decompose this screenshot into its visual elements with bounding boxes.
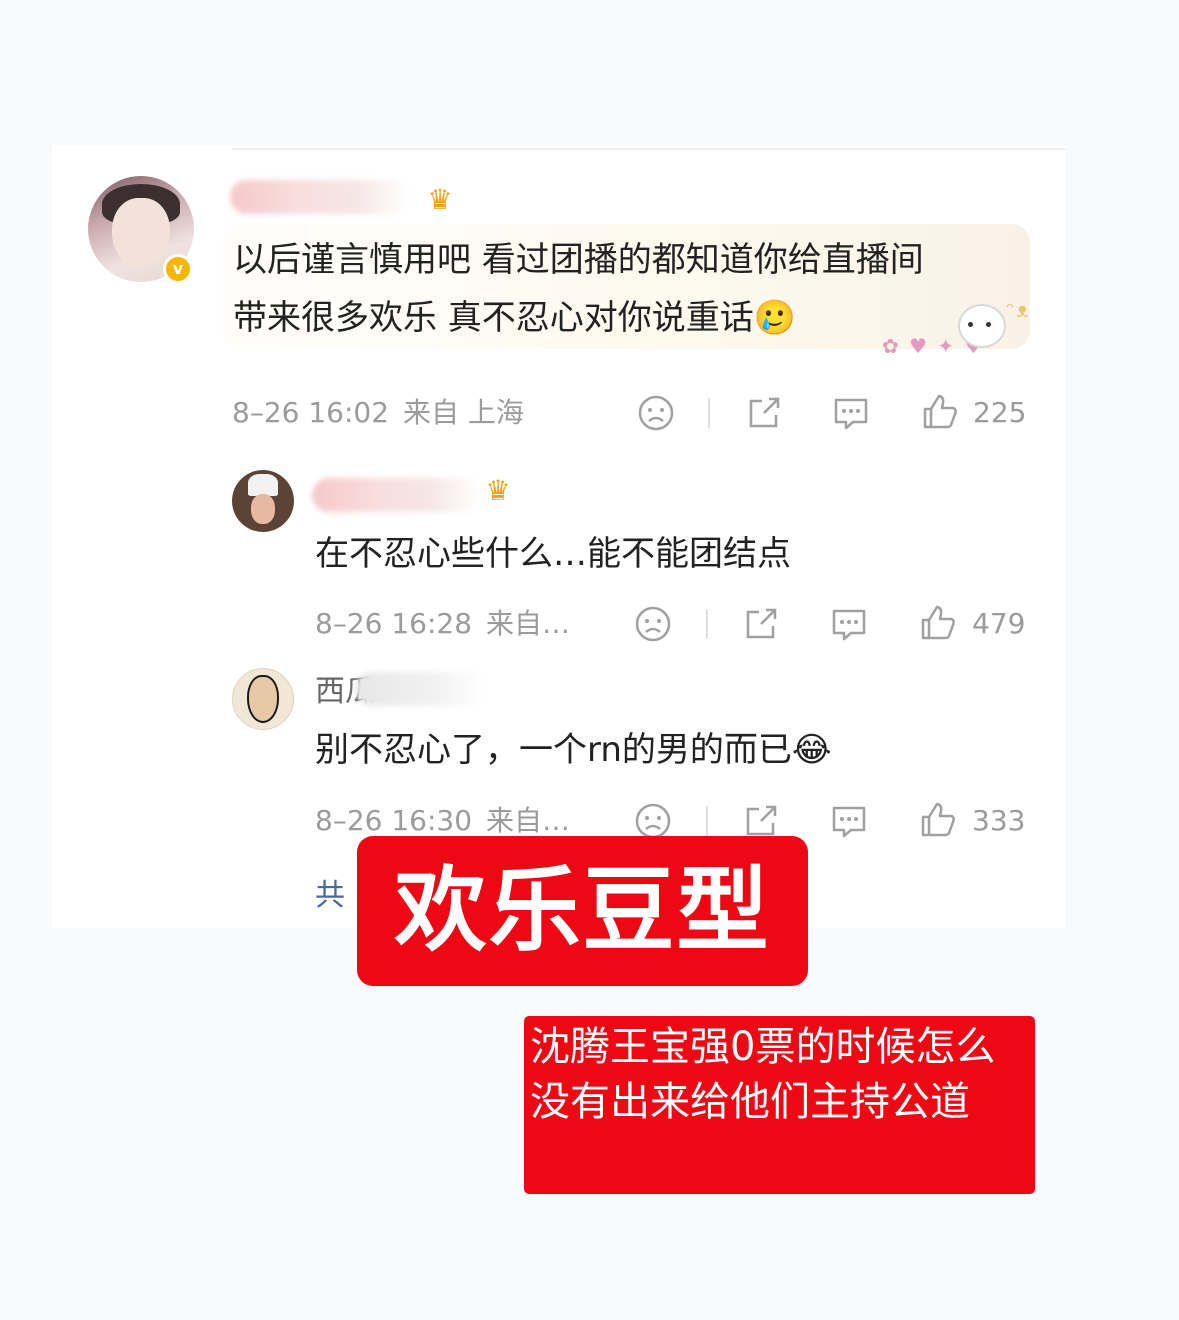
- overlay-banner: 欢乐豆型: [357, 836, 808, 986]
- overlay-note: 沈腾王宝强0票的时候怎么没有出来给他们主持公道: [524, 1016, 1035, 1194]
- comment-icon[interactable]: [829, 801, 869, 841]
- like-icon[interactable]: [918, 800, 958, 840]
- reply-text: 在不忍心些什么…能不能团结点: [315, 534, 791, 574]
- divider: [706, 609, 708, 639]
- divider: [708, 398, 710, 428]
- like-count: 225: [973, 396, 1027, 429]
- comment-text: 带来很多欢乐 真不忍心对你说重话🥲: [233, 298, 797, 338]
- avatar[interactable]: [232, 470, 294, 532]
- comment-location: 来自 上海: [403, 396, 524, 429]
- pochacco-sticker-icon: [958, 304, 1006, 348]
- comment-icon[interactable]: [829, 604, 869, 644]
- avatar[interactable]: [232, 668, 294, 730]
- like-icon[interactable]: [920, 392, 960, 432]
- like-count: 333: [972, 804, 1026, 837]
- comment-text: 以后谨言慎用吧 看过团播的都知道你给直播间: [233, 240, 924, 280]
- blurred-username[interactable]: [230, 180, 410, 214]
- share-icon[interactable]: [744, 393, 784, 433]
- crown-icon: ♛: [485, 474, 511, 507]
- share-icon[interactable]: [741, 801, 781, 841]
- comment-time: 8–26 16:02: [232, 396, 390, 429]
- reply-location: 来自…: [486, 804, 571, 837]
- blurred-username[interactable]: [312, 478, 480, 512]
- like-icon[interactable]: [918, 603, 958, 643]
- crown-icon: ♛: [427, 183, 453, 216]
- sticker-decoration: ✿ ♥ ✦ ♥ ᵔᴥ: [882, 298, 1031, 358]
- comment-icon[interactable]: [831, 393, 871, 433]
- share-icon[interactable]: [741, 604, 781, 644]
- more-replies-link[interactable]: 共: [315, 876, 345, 916]
- dislike-icon[interactable]: [633, 604, 673, 644]
- blurred-username: [355, 672, 485, 706]
- reply-time: 8–26 16:28: [315, 607, 473, 640]
- reply-location: 来自…: [486, 607, 571, 640]
- verified-badge: v: [163, 254, 193, 284]
- dislike-icon[interactable]: [636, 393, 676, 433]
- reply-time: 8–26 16:30: [315, 804, 473, 837]
- like-count: 479: [972, 607, 1026, 640]
- reply-text: 别不忍心了，一个rn的男的而已😂: [315, 730, 832, 770]
- divider: [232, 148, 1065, 150]
- dislike-icon[interactable]: [633, 801, 673, 841]
- divider: [706, 806, 708, 836]
